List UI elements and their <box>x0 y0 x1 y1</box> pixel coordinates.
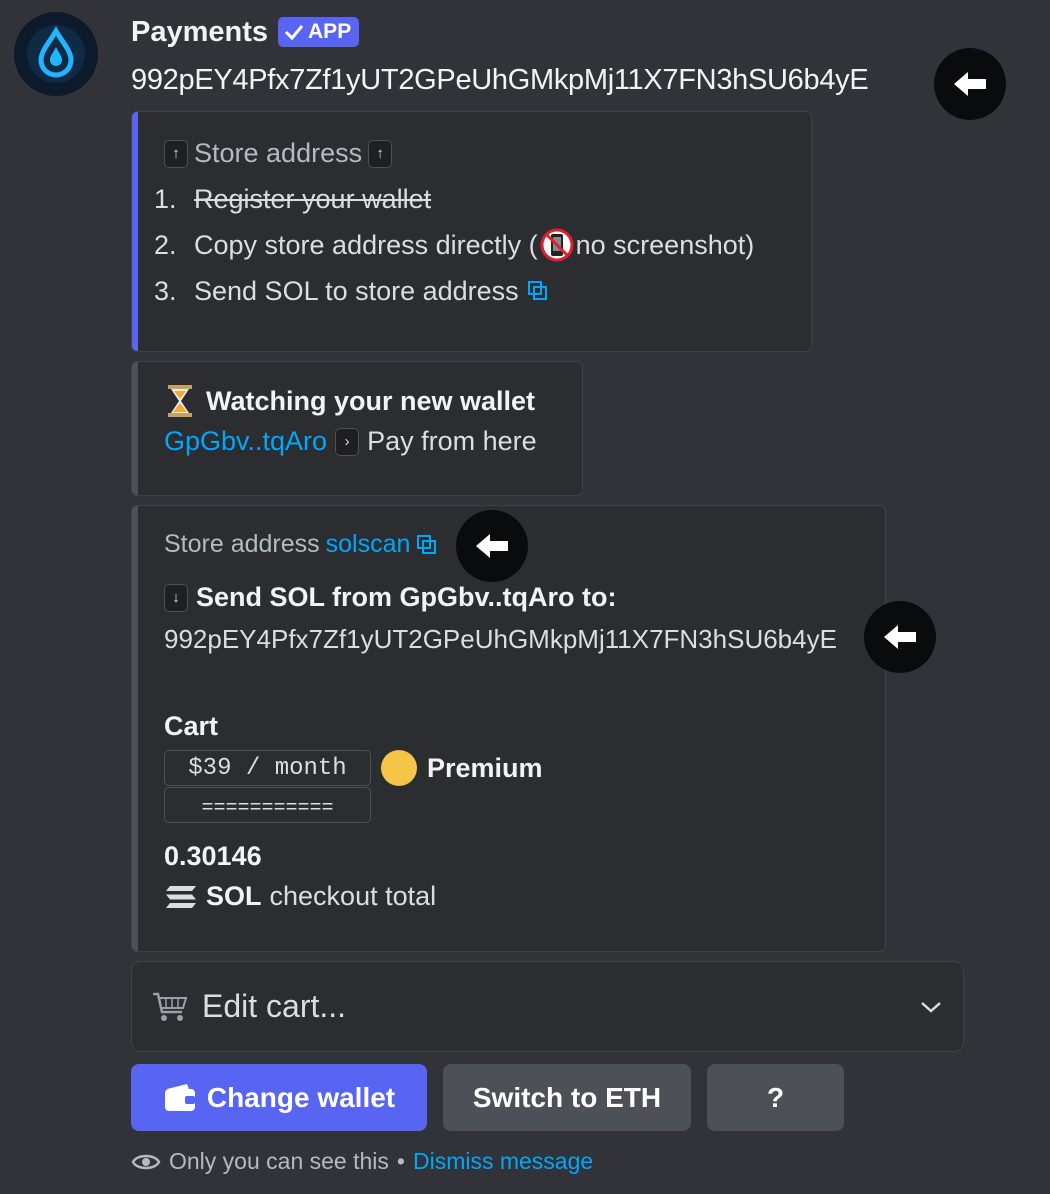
chevron-right-icon: › <box>335 427 360 456</box>
cart-title: Cart <box>164 711 219 741</box>
list-item: 3. Send SOL to store address <box>154 268 754 314</box>
solana-icon <box>166 885 196 908</box>
embed-accent-bar <box>132 362 138 495</box>
step-text: Register your wallet <box>194 183 432 214</box>
arrow-left-icon <box>954 72 986 96</box>
solscan-link[interactable]: solscan <box>326 530 411 559</box>
destination-address: 992pEY4Pfx7Zf1yUT2GPeUhGMkpMj11X7FN3hSU6… <box>164 624 837 654</box>
pay-text: Pay from here <box>367 426 537 456</box>
hourglass-icon <box>168 385 192 417</box>
price-box: $39 / month <box>164 750 371 786</box>
store-address-embed: ↑ Store address ↑ 1. Register your walle… <box>131 111 812 352</box>
steps-list: 1. Register your wallet 2. Copy store ad… <box>154 176 754 314</box>
switch-eth-label: Switch to ETH <box>472 1081 662 1113</box>
shopping-cart-icon <box>153 992 188 1021</box>
change-wallet-label: Change wallet <box>206 1081 396 1113</box>
embed-heading: ↑ Store address ↑ <box>164 138 393 169</box>
step-number: 1. <box>154 183 177 214</box>
arrow-left-button[interactable] <box>934 48 1006 120</box>
separator-box: =========== <box>164 787 371 823</box>
arrow-left-icon <box>884 625 916 649</box>
step-number: 2. <box>154 229 177 260</box>
list-item: 1. Register your wallet <box>154 176 754 222</box>
copy-icon[interactable] <box>416 534 438 556</box>
checkmark-icon <box>284 25 304 41</box>
premium-dot-icon <box>381 750 417 786</box>
arrow-up-icon: ↑ <box>164 139 188 168</box>
app-badge: APP <box>278 17 360 47</box>
send-title: Send SOL from GpGbv..tqAro to: <box>196 582 617 612</box>
app-badge-label: APP <box>308 20 352 43</box>
only-you-text: Only you can see this <box>169 1148 389 1174</box>
ephemeral-note: Only you can see this • Dismiss message <box>131 1148 593 1175</box>
author-name[interactable]: Payments <box>131 16 268 49</box>
embed-heading-text: Store address <box>194 138 363 168</box>
total-amount: 0.30146 <box>164 841 262 871</box>
watching-title: Watching your new wallet <box>206 385 536 416</box>
watching-wallet-embed: Watching your new wallet GpGbv..tqAro › … <box>131 361 583 496</box>
copy-icon[interactable] <box>527 280 549 302</box>
message-address: 992pEY4Pfx7Zf1yUT2GPeUhGMkpMj11X7FN3hSU6… <box>131 64 869 96</box>
embed-title: Watching your new wallet <box>164 384 535 418</box>
store-address-row: Store address solscan <box>164 530 438 559</box>
separator-dot: • <box>396 1148 405 1174</box>
step-text: Copy store address directly ( <box>194 229 538 260</box>
edit-cart-select[interactable]: Edit cart... <box>131 961 964 1052</box>
avatar[interactable] <box>14 12 98 96</box>
switch-eth-button[interactable]: Switch to ETH <box>443 1064 691 1131</box>
wallet-row: GpGbv..tqAro › Pay from here <box>164 426 537 457</box>
step-number: 3. <box>154 275 177 306</box>
arrow-up-icon: ↑ <box>368 139 393 168</box>
embed-accent-bar <box>132 112 138 351</box>
message-header: Payments APP <box>131 14 360 50</box>
eye-icon <box>131 1154 161 1169</box>
wallet-link[interactable]: GpGbv..tqAro <box>164 426 327 457</box>
cart-item-row: $39 / month Premium <box>164 750 543 786</box>
list-item: 2. Copy store address directly ( no scre… <box>154 222 754 268</box>
total-label-row: SOL checkout total <box>164 881 436 912</box>
send-title-row: ↓ Send SOL from GpGbv..tqAro to: <box>164 582 617 613</box>
change-wallet-button[interactable]: Change wallet <box>131 1064 427 1131</box>
arrow-down-icon: ↓ <box>164 583 188 612</box>
arrow-left-button[interactable] <box>456 510 528 582</box>
chevron-down-icon <box>921 1001 941 1013</box>
step-text: Send SOL to store address <box>194 275 519 306</box>
dismiss-message-link[interactable]: Dismiss message <box>413 1148 593 1175</box>
embed-accent-bar <box>132 506 138 951</box>
plan-name: Premium <box>427 752 543 783</box>
wallet-icon <box>164 1083 195 1111</box>
arrow-left-icon <box>476 534 508 558</box>
select-placeholder: Edit cart... <box>202 988 347 1024</box>
no-mobile-phones-icon <box>540 228 574 262</box>
currency-label: SOL <box>206 881 262 911</box>
arrow-left-button[interactable] <box>864 601 936 673</box>
water-drop-icon <box>27 25 85 83</box>
total-label: checkout total <box>269 881 437 911</box>
store-address-label: Store address <box>164 530 320 558</box>
step-text: no screenshot) <box>575 229 755 260</box>
help-label: ? <box>766 1081 785 1113</box>
help-button[interactable]: ? <box>707 1064 844 1131</box>
